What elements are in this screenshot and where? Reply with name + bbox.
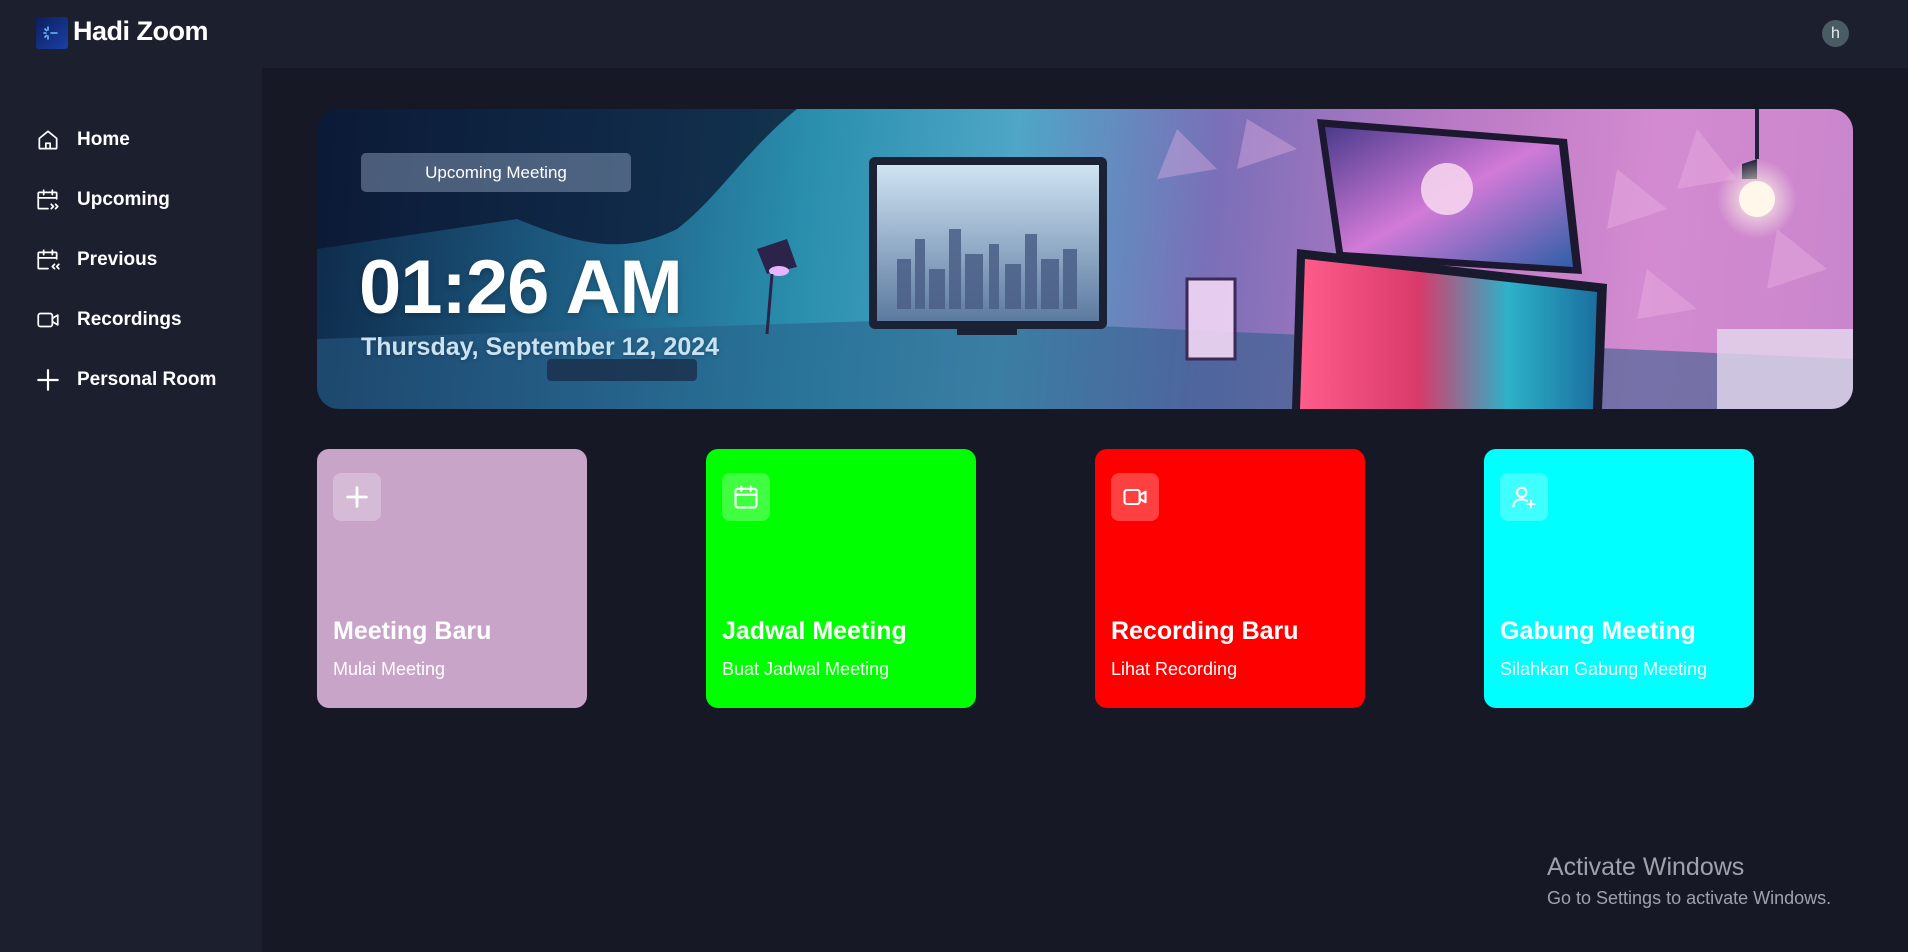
sidebar-item-label: Personal Room	[77, 369, 217, 390]
card-title: Gabung Meeting	[1500, 617, 1696, 645]
top-bar: Hadi Zoom h	[0, 0, 1908, 68]
calendar-icon	[722, 473, 770, 521]
home-icon	[34, 126, 62, 154]
activate-windows-watermark: Activate Windows Go to Settings to activ…	[1547, 853, 1831, 909]
calendar-forward-icon	[34, 186, 62, 214]
sidebar-item-personal-room[interactable]: Personal Room	[34, 362, 244, 398]
new-meeting-card[interactable]: Meeting Baru Mulai Meeting	[317, 449, 587, 708]
upcoming-meeting-badge: Upcoming Meeting	[361, 153, 631, 192]
card-title: Meeting Baru	[333, 617, 492, 645]
plus-icon	[34, 366, 62, 394]
sidebar-item-home[interactable]: Home	[34, 122, 244, 158]
user-avatar[interactable]: h	[1822, 20, 1849, 47]
card-subtitle: Buat Jadwal Meeting	[722, 659, 890, 679]
app-logo-icon[interactable]	[36, 17, 68, 49]
sidebar-item-previous[interactable]: Previous	[34, 242, 244, 278]
sidebar: Home Upcoming Previous Recordings Person…	[0, 68, 262, 952]
sidebar-item-label: Upcoming	[77, 189, 170, 210]
hero-banner: Upcoming Meeting 01:26 AM Thursday, Sept…	[317, 109, 1853, 409]
sidebar-item-upcoming[interactable]: Upcoming	[34, 182, 244, 218]
current-date: Thursday, September 12, 2024	[361, 333, 720, 361]
card-subtitle: Lihat Recording	[1111, 659, 1238, 679]
join-meeting-card[interactable]: Gabung Meeting Silahkan Gabung Meeting	[1484, 449, 1754, 708]
watermark-subtitle: Go to Settings to activate Windows.	[1547, 888, 1832, 908]
calendar-back-icon	[34, 246, 62, 274]
new-recording-card[interactable]: Recording Baru Lihat Recording	[1095, 449, 1365, 708]
user-plus-icon	[1500, 473, 1548, 521]
schedule-meeting-card[interactable]: Jadwal Meeting Buat Jadwal Meeting	[706, 449, 976, 708]
card-subtitle: Silahkan Gabung Meeting	[1500, 659, 1708, 679]
app-title[interactable]: Hadi Zoom	[73, 16, 209, 47]
plus-icon	[333, 473, 381, 521]
video-icon	[34, 306, 62, 334]
sidebar-item-recordings[interactable]: Recordings	[34, 302, 244, 338]
sidebar-item-label: Home	[77, 129, 130, 150]
sidebar-item-label: Recordings	[77, 309, 182, 330]
sidebar-item-label: Previous	[77, 249, 158, 270]
card-title: Recording Baru	[1111, 617, 1299, 645]
video-icon	[1111, 473, 1159, 521]
current-time: 01:26 AM	[359, 245, 683, 330]
watermark-title: Activate Windows	[1547, 853, 1745, 881]
card-subtitle: Mulai Meeting	[333, 659, 446, 679]
card-title: Jadwal Meeting	[722, 617, 907, 645]
